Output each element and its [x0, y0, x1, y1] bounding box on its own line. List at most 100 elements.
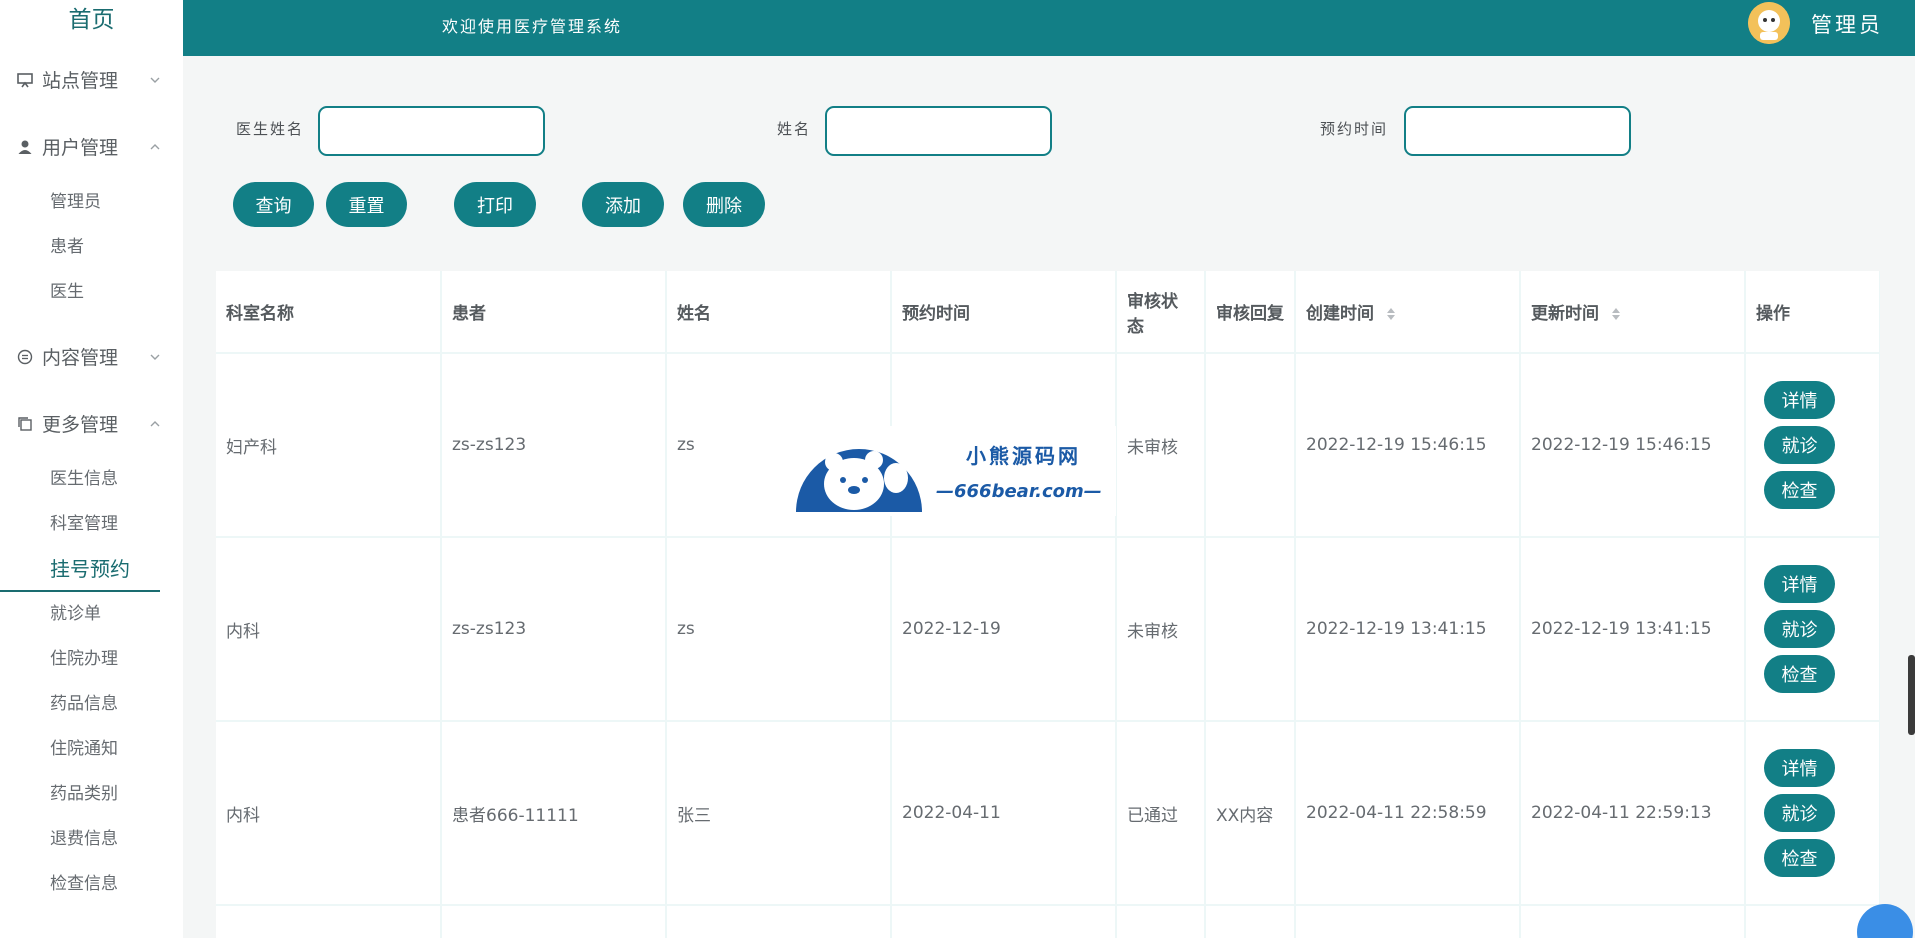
chevron-down-icon [150, 354, 160, 360]
sidebar-group-label: 内容管理 [42, 347, 119, 369]
watermark: 小熊源码网 —666bear.com— [794, 426, 1116, 516]
appointment-time-label: 预约时间 [1320, 120, 1389, 138]
cell-actions: 详情 就诊 检查 [1745, 353, 1880, 538]
cell-appointment-time: 2022-04-11 [891, 721, 1117, 906]
sidebar-group-user[interactable]: 用户管理 [0, 113, 183, 180]
avatar[interactable] [1748, 2, 1790, 44]
sidebar-home[interactable]: 首页 [0, 0, 183, 46]
cell-review-status: 未审核 [1116, 537, 1206, 722]
cell-name: 张三 [666, 721, 892, 906]
sidebar-item-doctor-info[interactable]: 医生信息 [0, 457, 183, 502]
sort-icon[interactable] [1386, 307, 1396, 321]
column-header: 姓名 [666, 271, 892, 354]
sidebar: 首页 站点管理 用户管理 管理员 患者 医生 内容管理 更多管理 医生信息 科室… [0, 0, 183, 938]
cell-updated-time: 2022-04-11 22:59:13 [1520, 721, 1746, 906]
cell-name: zs [666, 537, 892, 722]
sidebar-item-admin[interactable]: 管理员 [0, 180, 183, 225]
column-header: 审核状态 [1116, 271, 1206, 354]
examine-button[interactable]: 检查 [1764, 471, 1835, 509]
chevron-up-icon [150, 143, 160, 149]
cell-updated-time: 2022-12-19 15:46:15 [1520, 353, 1746, 538]
cell-department: 内科 [216, 537, 442, 722]
cell-created-time: 2022-04-11 22:58:59 [1295, 721, 1521, 906]
cell-department: 内科 [216, 721, 442, 906]
column-header: 预约时间 [891, 271, 1117, 354]
examine-button[interactable]: 检查 [1764, 655, 1835, 693]
sidebar-item-medicine[interactable]: 药品信息 [0, 682, 183, 727]
watermark-title: 小熊源码网 [966, 444, 1081, 468]
doctor-name-label: 医生姓名 [236, 120, 305, 138]
detail-button[interactable]: 详情 [1764, 749, 1835, 787]
cell-department: 妇产科 [216, 353, 442, 538]
column-header: 操作 [1745, 271, 1880, 354]
message-icon [16, 348, 34, 366]
chevron-up-icon [150, 420, 160, 426]
column-header-label: 更新时间 [1531, 304, 1599, 324]
visit-button[interactable]: 就诊 [1764, 794, 1835, 832]
doctor-name-input[interactable] [318, 106, 545, 156]
cell-review-status: 未审核 [1116, 353, 1206, 538]
cell-review-reply [1205, 537, 1296, 722]
cell-patient: zs-zs123 [441, 353, 667, 538]
top-header: 欢迎使用医疗管理系统 管理员 [183, 0, 1915, 56]
appointment-table: 科室名称 患者 姓名 预约时间 审核状态 审核回复 创建时间 更新时间 操作 妇… [216, 271, 1880, 938]
avatar-icon [1748, 2, 1790, 44]
sidebar-group-site[interactable]: 站点管理 [0, 46, 183, 113]
sidebar-item-doctor[interactable]: 医生 [0, 270, 183, 315]
bear-logo-icon [796, 449, 922, 512]
sidebar-group-label: 用户管理 [42, 137, 119, 159]
sidebar-item-hospitalization[interactable]: 住院办理 [0, 637, 183, 682]
visit-button[interactable]: 就诊 [1764, 610, 1835, 648]
column-header-label: 创建时间 [1306, 304, 1374, 324]
watermark-url: —666bear.com— [936, 481, 1102, 502]
welcome-text: 欢迎使用医疗管理系统 [442, 17, 623, 36]
table-row: 内科 zs-zs123 zs 2022-12-19 未审核 2022-12-19… [216, 537, 1880, 722]
detail-button[interactable]: 详情 [1764, 565, 1835, 603]
column-header: 审核回复 [1205, 271, 1296, 354]
column-header-updated[interactable]: 更新时间 [1520, 271, 1746, 354]
cell-patient: 患者666-11111 [441, 721, 667, 906]
detail-button[interactable]: 详情 [1764, 381, 1835, 419]
cell-created-time: 2022-12-19 13:41:15 [1295, 537, 1521, 722]
monitor-icon [16, 71, 34, 89]
delete-button[interactable]: 删除 [683, 182, 765, 227]
sidebar-item-visit[interactable]: 就诊单 [0, 592, 183, 637]
sort-icon[interactable] [1611, 307, 1621, 321]
sidebar-group-content[interactable]: 内容管理 [0, 323, 183, 390]
reset-button[interactable]: 重置 [326, 182, 407, 227]
column-header: 科室名称 [216, 271, 442, 354]
cell-updated-time: 2022-12-19 13:41:15 [1520, 537, 1746, 722]
chevron-down-icon [150, 77, 160, 83]
name-input[interactable] [825, 106, 1052, 156]
column-header: 患者 [441, 271, 667, 354]
page-scrollbar[interactable] [1908, 655, 1915, 735]
sidebar-item-department[interactable]: 科室管理 [0, 502, 183, 547]
sidebar-item-refund[interactable]: 退费信息 [0, 817, 183, 862]
sidebar-item-examination[interactable]: 检查信息 [0, 862, 183, 907]
admin-name[interactable]: 管理员 [1811, 9, 1883, 39]
visit-button[interactable]: 就诊 [1764, 426, 1835, 464]
name-label: 姓名 [777, 120, 812, 138]
cell-review-status: 已通过 [1116, 721, 1206, 906]
sidebar-group-more[interactable]: 更多管理 [0, 390, 183, 457]
sidebar-group-label: 更多管理 [42, 414, 119, 436]
examine-button[interactable]: 检查 [1764, 839, 1835, 877]
user-icon [16, 138, 34, 156]
sidebar-item-medicine-category[interactable]: 药品类别 [0, 772, 183, 817]
sidebar-item-patient[interactable]: 患者 [0, 225, 183, 270]
cell-actions: 详情 就诊 检查 [1745, 537, 1880, 722]
add-button[interactable]: 添加 [582, 182, 664, 227]
appointment-time-input[interactable] [1404, 106, 1631, 156]
sidebar-item-hospital-notice[interactable]: 住院通知 [0, 727, 183, 772]
sidebar-item-appointment[interactable]: 挂号预约 [0, 547, 160, 592]
copy-icon [16, 415, 34, 433]
table-row: 内科 患者666-11111 张三 2022-04-11 已通过 XX内容 20… [216, 721, 1880, 906]
column-header-created[interactable]: 创建时间 [1295, 271, 1521, 354]
sidebar-group-label: 站点管理 [42, 70, 119, 92]
print-button[interactable]: 打印 [454, 182, 536, 227]
cell-review-reply: XX内容 [1205, 721, 1296, 906]
cell-created-time: 2022-12-19 15:46:15 [1295, 353, 1521, 538]
cell-actions: 详情 就诊 检查 [1745, 721, 1880, 906]
query-button[interactable]: 查询 [233, 182, 314, 227]
cell-appointment-time: 2022-12-19 [891, 537, 1117, 722]
